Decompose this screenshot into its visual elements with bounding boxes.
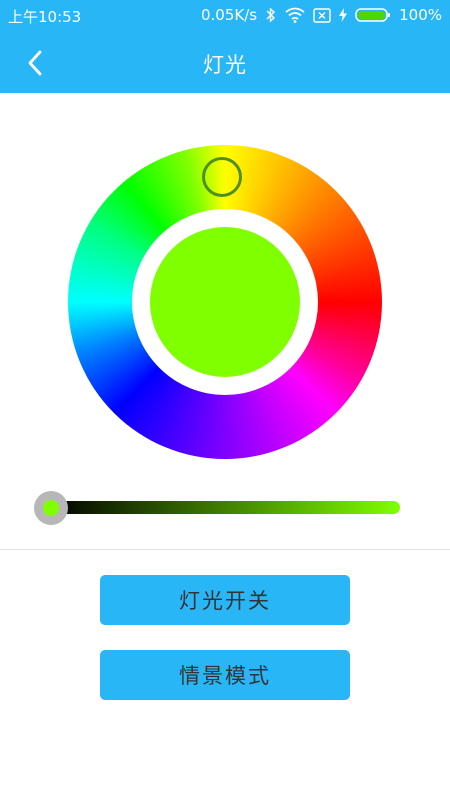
bluetooth-icon (265, 7, 277, 23)
page-title: 灯光 (203, 53, 247, 77)
brightness-thumb[interactable] (34, 491, 68, 525)
wifi-icon (285, 7, 305, 23)
no-sim-icon (313, 7, 331, 23)
selected-color-preview (150, 227, 300, 377)
divider (0, 549, 450, 550)
brightness-slider[interactable] (34, 491, 404, 525)
battery-icon (355, 7, 391, 23)
light-switch-button[interactable]: 灯光开关 (100, 575, 350, 625)
status-bar: 上午10:53 0.05K/s 100% (0, 0, 450, 32)
status-time: 上午10:53 (8, 8, 82, 26)
brightness-thumb-color (43, 500, 59, 516)
color-wheel-handle[interactable] (202, 157, 242, 197)
net-speed: 0.05K/s (201, 6, 258, 24)
scene-mode-button[interactable]: 情景模式 (100, 650, 350, 700)
screen: 上午10:53 0.05K/s 100% 灯光 灯光开关 情景模式 (0, 0, 450, 800)
color-wheel[interactable] (68, 145, 382, 459)
status-right: 0.05K/s 100% (201, 6, 442, 24)
charging-icon (339, 8, 348, 22)
app-bar: 灯光 (0, 32, 450, 93)
top-bar: 上午10:53 0.05K/s 100% 灯光 (0, 0, 450, 93)
brightness-track[interactable] (49, 501, 400, 514)
battery-percent: 100% (399, 6, 442, 24)
